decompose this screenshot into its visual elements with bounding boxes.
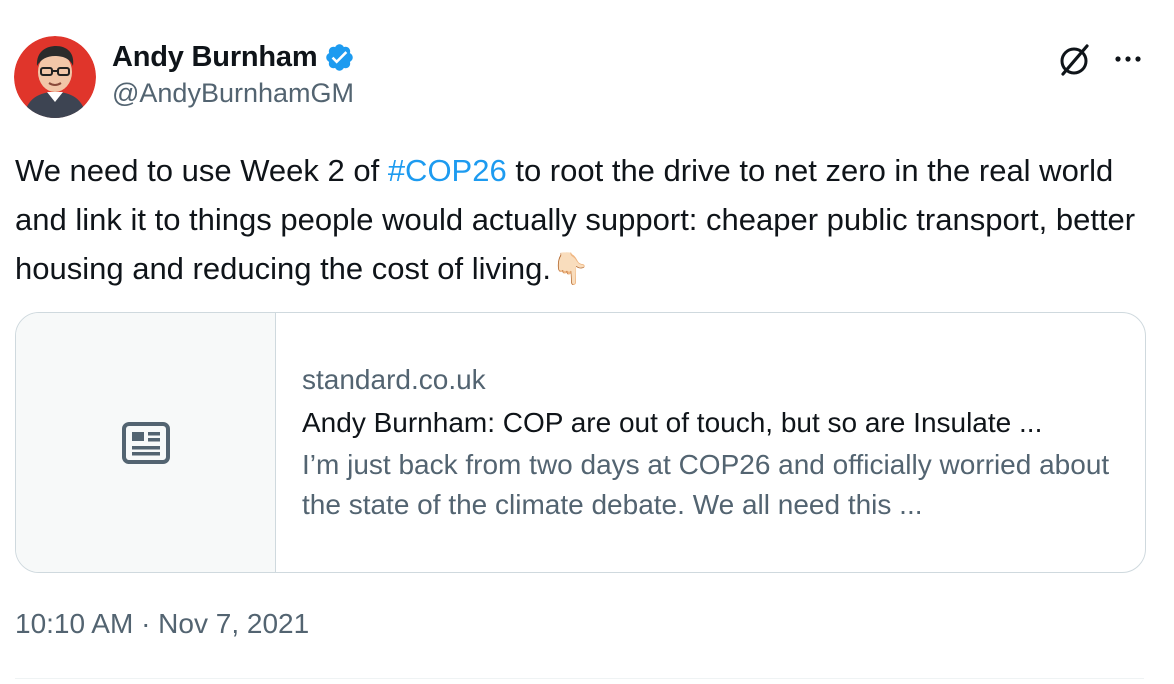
- tweet-text: We need to use Week 2 of #COP26 to root …: [15, 146, 1145, 293]
- card-body[interactable]: standard.co.uk Andy Burnham: COP are out…: [276, 313, 1132, 572]
- divider: [15, 678, 1144, 679]
- tweet-timestamp[interactable]: 10:10 AM · Nov 7, 2021: [15, 608, 309, 640]
- card-domain: standard.co.uk: [302, 364, 486, 395]
- author-handle[interactable]: @AndyBurnhamGM: [112, 78, 354, 109]
- author-name-row[interactable]: Andy Burnham: [112, 38, 355, 76]
- pointing-down-emoji: 👇🏻: [550, 251, 590, 286]
- more-icon[interactable]: [1110, 44, 1146, 74]
- grok-icon[interactable]: [1054, 40, 1094, 80]
- card-title: Andy Burnham: COP are out of touch, but …: [302, 407, 1043, 438]
- article-icon: [121, 421, 170, 464]
- author-name[interactable]: Andy Burnham: [112, 41, 318, 74]
- hashtag-link[interactable]: #COP26: [388, 153, 507, 188]
- card-thumbnail[interactable]: [16, 313, 276, 572]
- person-avatar-icon: [14, 36, 96, 118]
- link-preview-card[interactable]: standard.co.uk Andy Burnham: COP are out…: [15, 312, 1146, 573]
- card-description: I’m just back from two days at COP26 and…: [302, 449, 1110, 520]
- avatar[interactable]: [14, 36, 96, 118]
- tweet: Andy Burnham @AndyBurnhamGM We need to u…: [0, 0, 1174, 684]
- tweet-text-part: We need to use Week 2 of: [15, 153, 388, 188]
- verified-badge-icon: [324, 42, 355, 73]
